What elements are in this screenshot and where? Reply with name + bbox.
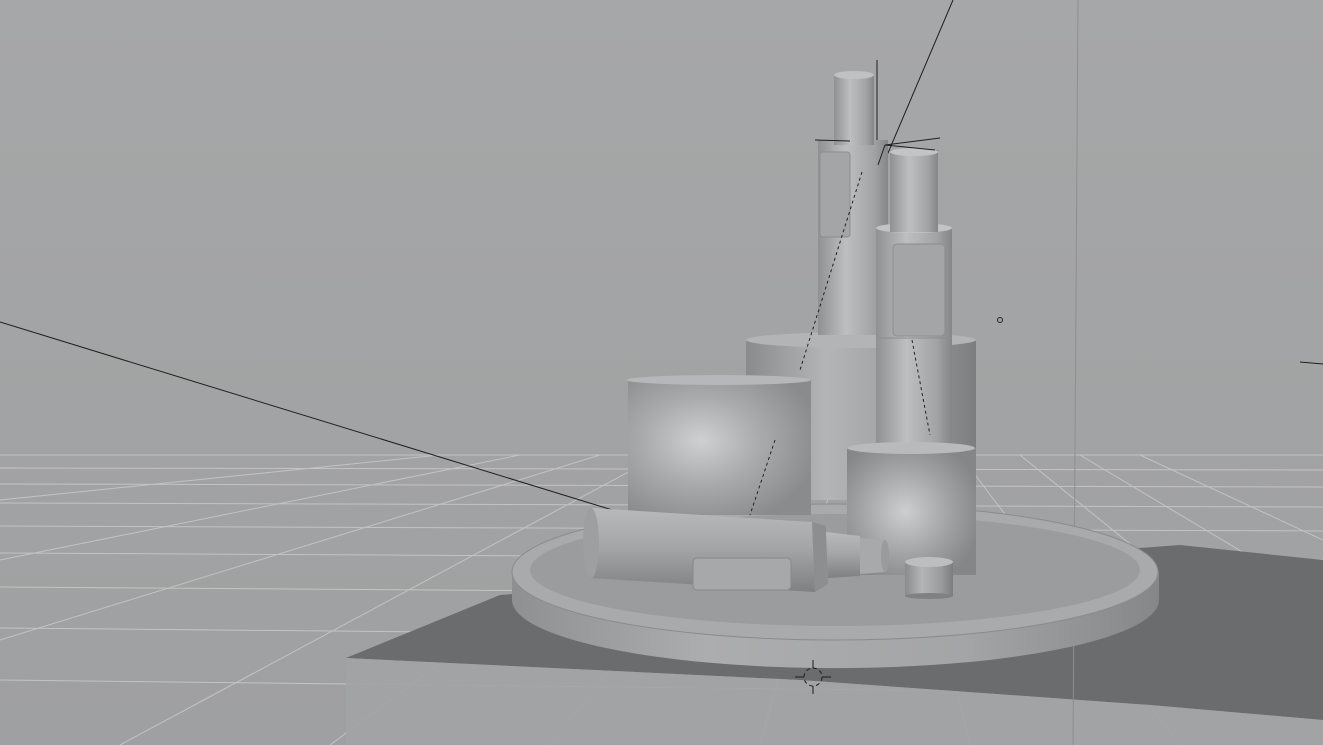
mid-bottle-label (892, 243, 946, 337)
lying-tube-label (692, 557, 792, 591)
small-cap[interactable] (905, 557, 953, 599)
scene-canvas[interactable] (0, 0, 1323, 745)
3d-viewport[interactable] (0, 0, 1323, 745)
jar[interactable] (627, 375, 811, 516)
